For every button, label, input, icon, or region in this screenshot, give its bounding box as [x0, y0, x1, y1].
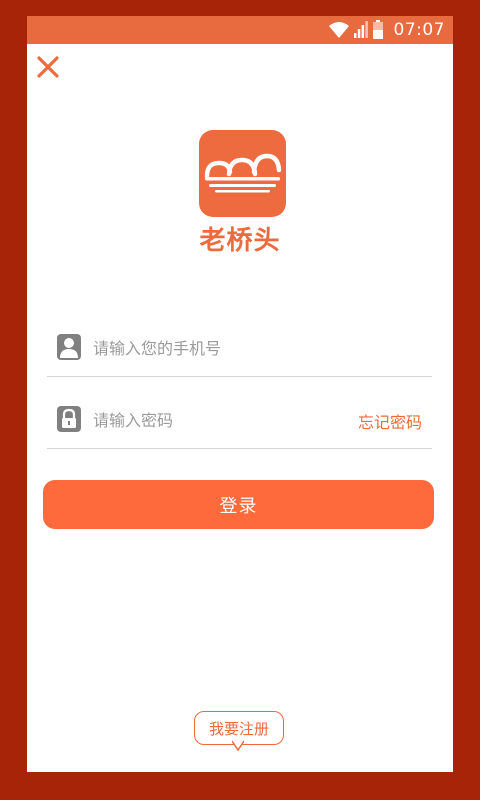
password-input[interactable] [93, 406, 343, 434]
battery-icon [372, 20, 383, 39]
close-icon [37, 56, 59, 78]
bridge-logo-icon [204, 153, 282, 193]
close-button[interactable] [35, 54, 61, 80]
lock-icon [57, 406, 81, 432]
signal-icon [353, 21, 368, 38]
status-time: 07:07 [393, 20, 445, 40]
login-button[interactable]: 登录 [43, 480, 434, 529]
phone-input-row [47, 320, 432, 377]
register-bubble: 我要注册 [194, 711, 286, 753]
bubble-tail-icon [232, 740, 244, 752]
user-icon [57, 334, 81, 360]
status-bar: 07:07 [27, 16, 453, 44]
app-name: 老桥头 [199, 226, 281, 256]
app-logo [199, 130, 286, 217]
phone-input[interactable] [93, 334, 343, 362]
wifi-icon [328, 22, 349, 38]
status-icons: 07:07 [328, 16, 446, 44]
forgot-password-link[interactable]: 忘记密码 [358, 409, 422, 433]
app-screen: 07:07 老桥头 请输入您的手机号 忘记密码 登录 我要注册 [27, 16, 453, 772]
password-input-row: 忘记密码 [47, 392, 432, 449]
